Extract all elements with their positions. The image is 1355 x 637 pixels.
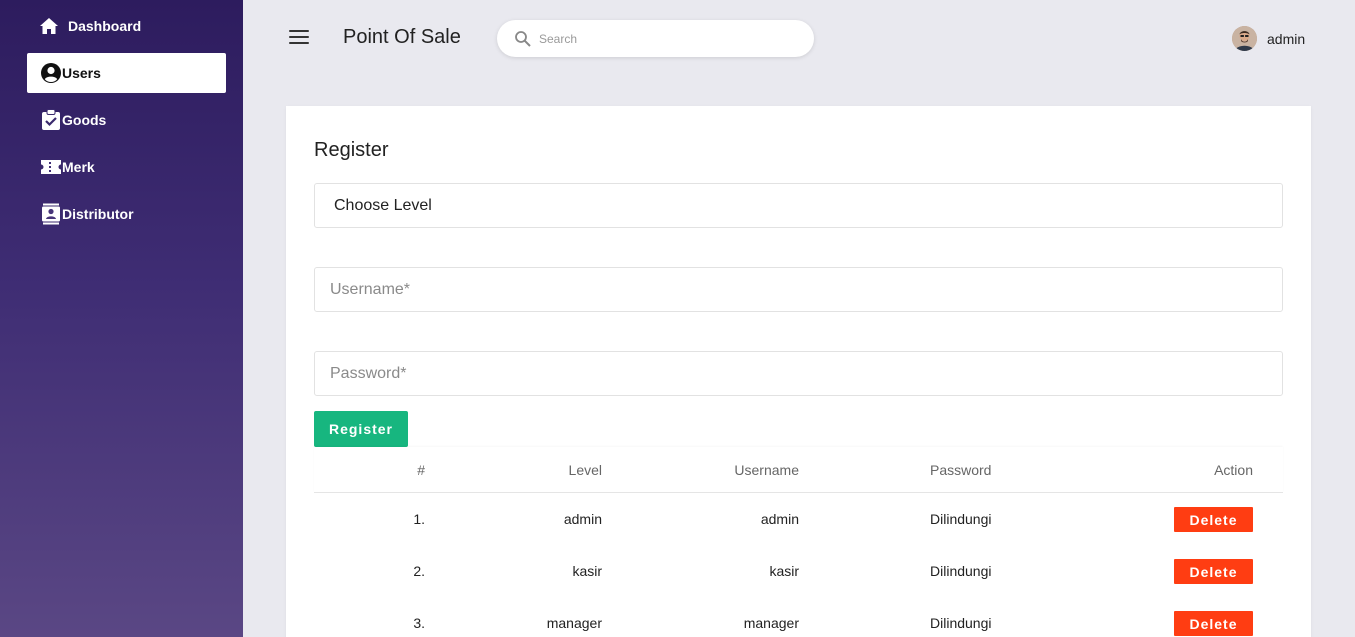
password-field[interactable] (315, 352, 1282, 395)
home-icon (38, 15, 60, 37)
sidebar-item-goods[interactable]: Goods (27, 100, 226, 140)
delete-button[interactable]: Delete (1174, 507, 1253, 532)
username-field-wrapper (314, 267, 1283, 312)
column-header-action: Action (1214, 462, 1253, 478)
user-name: admin (1267, 30, 1306, 47)
level-select[interactable]: Choose Level (314, 183, 1283, 228)
ticket-icon (40, 156, 62, 178)
sidebar-item-label: Merk (62, 159, 95, 175)
search-icon (514, 30, 532, 48)
cell-number: 1. (413, 511, 425, 527)
search-bar[interactable] (497, 20, 814, 57)
user-circle-icon (40, 62, 62, 84)
cell-level: admin (563, 511, 602, 527)
sidebar: Dashboard Users Goods Merk Distributor (0, 0, 243, 637)
cell-number: 3. (413, 615, 425, 631)
sidebar-item-label: Dashboard (68, 18, 142, 34)
cell-password: Dilindungi (930, 563, 992, 579)
register-card: Register Choose Level Register # Level U… (286, 106, 1311, 637)
sidebar-item-users[interactable]: Users (27, 53, 226, 93)
card-title: Register (314, 139, 389, 161)
column-header-username: Username (734, 462, 799, 478)
table-header: # Level Username Password Action (314, 447, 1283, 493)
cell-username: admin (760, 511, 799, 527)
avatar (1232, 26, 1257, 51)
table-row: 2. kasir kasir Dilindungi Delete (314, 545, 1283, 597)
password-field-wrapper (314, 351, 1283, 396)
users-table: # Level Username Password Action 1. admi… (314, 447, 1283, 636)
user-menu[interactable]: admin (1232, 26, 1305, 51)
delete-button[interactable]: Delete (1174, 559, 1253, 584)
contact-card-icon (40, 203, 62, 225)
column-header-number: # (417, 462, 425, 478)
search-input[interactable] (539, 31, 789, 46)
sidebar-item-dashboard[interactable]: Dashboard (27, 6, 226, 46)
sidebar-item-label: Goods (62, 112, 107, 128)
app-title: Point Of Sale (343, 26, 461, 48)
clipboard-check-icon (40, 109, 62, 131)
register-button[interactable]: Register (314, 411, 408, 447)
column-header-password: Password (930, 462, 992, 478)
cell-username: manager (743, 615, 799, 631)
cell-username: kasir (769, 563, 799, 579)
cell-level: kasir (572, 563, 602, 579)
cell-password: Dilindungi (930, 615, 992, 631)
cell-level: manager (546, 615, 602, 631)
level-select-value: Choose Level (334, 196, 432, 214)
menu-toggle-icon[interactable] (289, 30, 309, 46)
table-row: 1. admin admin Dilindungi Delete (314, 493, 1283, 545)
sidebar-item-label: Distributor (62, 206, 134, 222)
username-field[interactable] (315, 268, 1282, 311)
sidebar-item-distributor[interactable]: Distributor (27, 194, 226, 234)
sidebar-item-label: Users (62, 65, 101, 81)
delete-button[interactable]: Delete (1174, 611, 1253, 636)
sidebar-item-merk[interactable]: Merk (27, 147, 226, 187)
cell-password: Dilindungi (930, 511, 992, 527)
table-row: 3. manager manager Dilindungi Delete (314, 597, 1283, 637)
column-header-level: Level (568, 462, 602, 478)
cell-number: 2. (413, 563, 425, 579)
